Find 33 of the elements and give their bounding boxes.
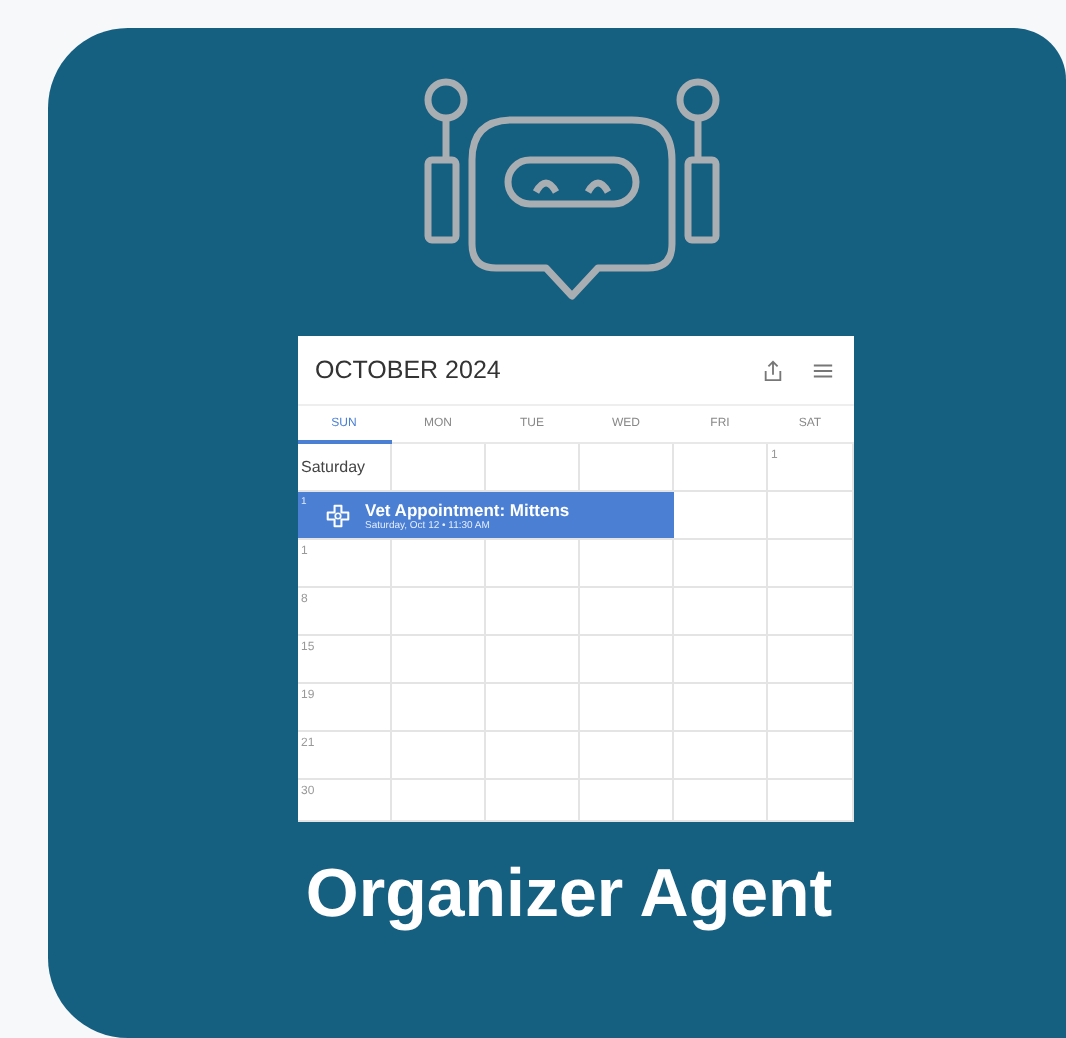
calendar-cell [579, 732, 673, 780]
calendar-cell [673, 732, 767, 780]
calendar-cell [485, 732, 579, 780]
calendar-cell [673, 492, 767, 540]
calendar-cell [767, 540, 853, 588]
calendar-cell [579, 636, 673, 684]
calendar-cell [485, 636, 579, 684]
calendar-cell [673, 636, 767, 684]
calendar-cell [767, 684, 853, 732]
calendar-cell [485, 684, 579, 732]
calendar-cell [485, 540, 579, 588]
calendar-cell [579, 588, 673, 636]
calendar-cell [673, 588, 767, 636]
event-title: Vet Appointment: Mittens [365, 499, 570, 519]
share-icon[interactable] [761, 359, 783, 381]
calendar-cell [485, 780, 579, 822]
menu-icon[interactable] [811, 359, 833, 381]
medical-cross-icon [325, 503, 349, 527]
robot-chat-icon [422, 76, 722, 306]
calendar-cell [767, 732, 853, 780]
calendar-cell [579, 540, 673, 588]
card-title: Organizer Agent [305, 856, 833, 934]
calendar-cell [767, 780, 853, 822]
month-title: OCTOBER 2024 [315, 356, 503, 384]
calendar-cell [673, 684, 767, 732]
calendar-cell [485, 588, 579, 636]
row-label: Saturday [301, 458, 366, 476]
calendar-cell [767, 588, 853, 636]
calendar-cell [673, 780, 767, 822]
calendar-cell [579, 780, 673, 822]
calendar-cell [767, 636, 853, 684]
calendar-cell [673, 540, 767, 588]
calendar-cell [579, 684, 673, 732]
